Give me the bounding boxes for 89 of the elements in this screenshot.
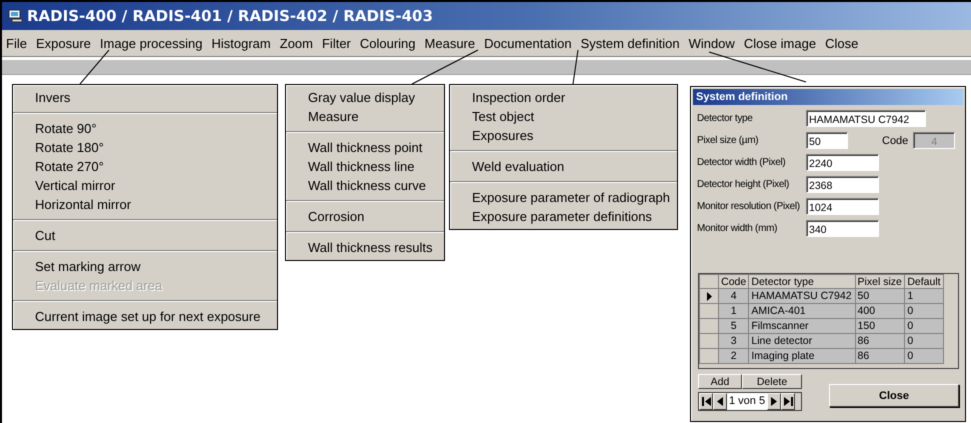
menu-option[interactable]: Current image set up for next exposure <box>13 307 277 326</box>
table-cell: Line detector <box>748 334 856 348</box>
table-cell: 2 <box>718 348 749 364</box>
table-cell: 86 <box>855 348 905 364</box>
table-cell: Imaging plate <box>748 348 856 364</box>
column-header[interactable]: Code <box>718 274 749 288</box>
menu-option[interactable]: Test object <box>450 107 677 126</box>
last-record-button[interactable] <box>781 393 796 410</box>
menu-option[interactable]: Rotate 180° <box>13 138 277 157</box>
dialog-title: System definition <box>696 91 788 103</box>
menu-option[interactable]: Exposure parameter of radiograph <box>450 188 677 207</box>
table-cell: 0 <box>904 318 944 334</box>
menu-option[interactable]: Inspection order <box>450 88 677 107</box>
table-cell: 86 <box>855 334 905 348</box>
right-triangle-icon <box>771 397 778 406</box>
table-cell: 0 <box>904 304 944 318</box>
table-cell: 400 <box>855 304 905 318</box>
menu-option[interactable]: Horizontal mirror <box>13 195 277 214</box>
menu-item[interactable]: Colouring <box>356 36 421 50</box>
table-cell: 150 <box>855 318 905 334</box>
left-triangle-icon <box>717 397 723 406</box>
column-header[interactable]: Pixel size <box>855 274 905 288</box>
menu-option[interactable]: Set marking arrow <box>13 257 277 276</box>
input-field[interactable]: 1024 <box>806 198 879 215</box>
table-cell: 3 <box>718 334 749 348</box>
table-cell: HAMAMATSU C7942 <box>748 288 856 304</box>
menu-item[interactable]: Zoom <box>276 36 318 50</box>
input-field[interactable]: 2368 <box>806 176 879 193</box>
window-title: RADIS-400 / RADIS-401 / RADIS-402 / RADIS-403 <box>27 7 433 25</box>
row-indicator[interactable] <box>700 288 718 304</box>
menu-option[interactable]: Exposure parameter definitions <box>450 207 677 226</box>
table-cell: 4 <box>718 288 749 304</box>
menu-option[interactable]: Wall thickness line <box>286 157 444 176</box>
skip-last-icon <box>784 397 793 406</box>
field-label: Monitor width (mm) <box>697 223 778 234</box>
menu-item[interactable]: Measure <box>420 36 480 50</box>
menu-option[interactable]: Rotate 90° <box>13 119 277 138</box>
menu-item[interactable]: Close <box>821 36 864 50</box>
previous-record-button[interactable] <box>713 393 727 410</box>
field-label: Monitor resolution (Pixel) <box>697 201 801 212</box>
table-cell: 1 <box>904 288 944 304</box>
menu-option[interactable]: Rotate 270° <box>13 157 277 176</box>
field-label: Pixel size (µm) <box>697 135 760 146</box>
field-label: Code <box>882 134 908 146</box>
column-header[interactable]: Detector type <box>748 274 856 288</box>
menu-item[interactable]: Image processing <box>96 36 208 50</box>
toolbar-button[interactable]: Add <box>698 374 742 389</box>
record-counter: 1 von 5 <box>727 393 768 410</box>
menu-option[interactable]: Measure <box>286 107 444 126</box>
menu-item[interactable]: Histogram <box>208 36 276 50</box>
field-label: Detector type <box>697 113 754 124</box>
input-field[interactable]: 2240 <box>806 154 879 171</box>
menu-option[interactable]: Wall thickness curve <box>286 176 444 195</box>
table-cell: 0 <box>904 348 944 364</box>
table-cell: 0 <box>904 334 944 348</box>
menu-item[interactable]: Filter <box>318 36 356 50</box>
menu-item[interactable]: Documentation <box>480 36 577 50</box>
menu-option[interactable]: Corrosion <box>286 207 444 226</box>
field-label: Detector width (Pixel) <box>697 157 786 168</box>
table-cell: 5 <box>718 318 749 334</box>
computer-icon <box>8 9 24 23</box>
menu-option[interactable]: Wall thickness results <box>286 238 444 257</box>
first-record-button[interactable] <box>699 393 713 410</box>
menu-option[interactable]: Cut <box>13 226 277 245</box>
menu-item[interactable]: System definition <box>576 36 685 50</box>
menu-option[interactable]: Gray value display <box>286 88 444 107</box>
table-cell: 1 <box>718 304 749 318</box>
toolbar-button[interactable]: Delete <box>742 374 802 389</box>
menu-item[interactable]: Window <box>684 36 740 50</box>
skip-first-icon <box>702 397 710 406</box>
table-cell: AMICA-401 <box>748 304 856 318</box>
menu-option[interactable]: Invers <box>13 88 277 107</box>
menu-option[interactable]: Exposures <box>450 126 677 145</box>
menu-option[interactable]: Wall thickness point <box>286 138 444 157</box>
menu-option[interactable]: Vertical mirror <box>13 176 277 195</box>
column-header[interactable]: Default <box>904 274 944 288</box>
table-cell: 50 <box>855 288 905 304</box>
input-field[interactable]: HAMAMATSU C7942 <box>806 110 926 127</box>
input-field[interactable]: 340 <box>806 220 879 237</box>
menu-item[interactable]: Exposure <box>32 36 96 50</box>
menu-item[interactable]: File <box>2 36 32 50</box>
table-cell: Filmscanner <box>748 318 856 334</box>
menu-option[interactable]: Weld evaluation <box>450 157 677 176</box>
input-field[interactable]: 50 <box>806 132 848 149</box>
field-label: Detector height (Pixel) <box>697 179 790 190</box>
menu-item[interactable]: Close image <box>740 36 822 50</box>
next-record-button[interactable] <box>767 393 782 410</box>
pointer-icon <box>706 292 712 300</box>
close-button[interactable]: Close <box>829 384 959 407</box>
